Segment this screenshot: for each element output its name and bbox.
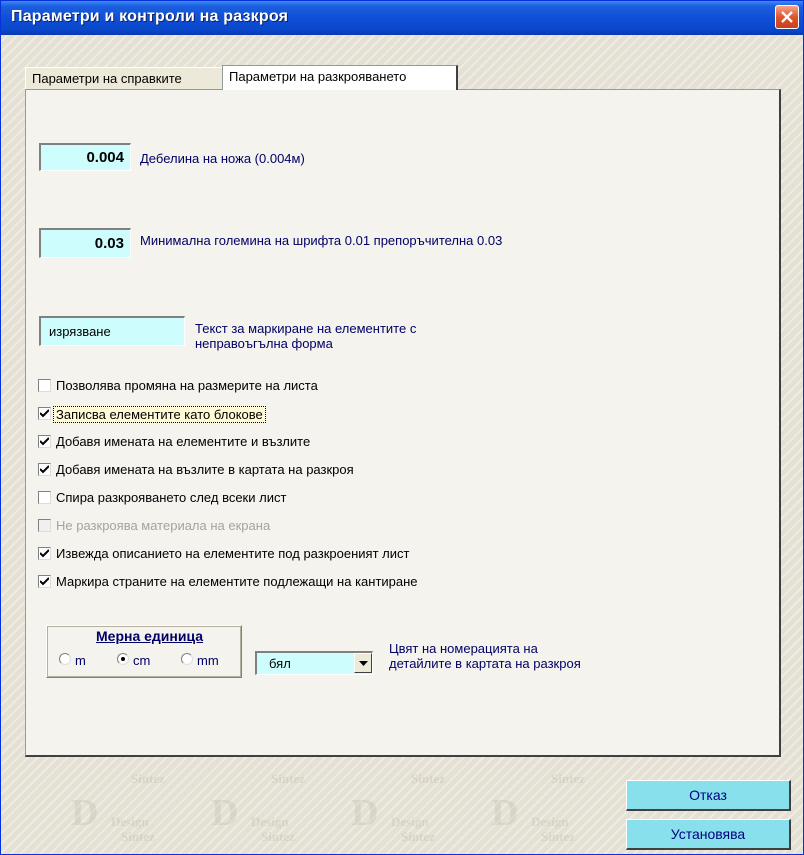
radio-button[interactable] [59,653,71,665]
watermark-word: Sintez [121,829,155,844]
marking-text-input[interactable]: изрязване [39,316,185,346]
checkbox-label: Маркира страните на елементите подлежащи… [56,574,418,589]
checkbox-label: Записва елементите като блокове [53,406,266,423]
tab-label: Параметри на справките [32,71,182,86]
close-button[interactable] [775,5,799,29]
watermark-letter: D [211,792,239,834]
watermark-word: Sintez [411,771,445,786]
checkbox-label: Добавя имената на възлите в картата на р… [56,462,354,477]
watermark-word: Sintez [401,829,435,844]
watermark-word: Design [531,814,569,829]
watermark-letter: D [491,792,519,834]
dropdown-button[interactable] [354,653,372,673]
radio-button[interactable] [117,653,129,665]
check-icon [40,465,49,474]
min-font-size-label: Минимална големина на шрифта 0.01 препор… [140,233,503,248]
watermark-word: Sintez [271,771,305,786]
radio-label: cm [133,653,151,668]
checkbox[interactable] [38,575,51,588]
radio-label: mm [197,653,219,668]
checkbox[interactable] [38,379,51,392]
checkbox[interactable] [38,491,51,504]
min-font-size-input[interactable]: 0.03 [39,228,131,258]
watermark-word: Design [111,814,149,829]
checkbox [38,519,51,532]
checkbox[interactable] [38,463,51,476]
tab-strip: Параметри на справките Параметри на разк… [25,65,781,90]
cancel-button[interactable]: Отказ [626,780,791,811]
color-select[interactable]: бял [255,651,373,675]
window-title: Параметри и контроли на разкроя [11,8,289,25]
check-icon [40,409,49,418]
marking-text-label: Текст за маркиране на елементите с непра… [195,321,417,351]
check-icon [40,549,49,558]
check-icon [40,437,49,446]
checkbox-label: Не разкроява материала на екрана [56,518,271,533]
watermark-word: Sintez [541,829,575,844]
knife-thickness-input[interactable]: 0.004 [39,143,131,171]
checkbox[interactable] [38,407,51,420]
units-group-title: Мерна единица [96,628,204,644]
chevron-down-icon [359,661,368,666]
watermark-word: Design [391,814,429,829]
checkbox-label: Добавя имената на елементите и възлите [56,434,311,449]
radio-label: m [75,653,86,668]
dialog-window: Параметри и контроли на разкроя D Design… [0,0,804,855]
checkbox-label: Позволява промяна на размерите на листа [56,378,318,393]
watermark-word: Sintez [261,829,295,844]
checkbox-label: Извежда описанието на елементите под раз… [56,546,410,561]
units-group: Мерна единица m cm mm [46,625,242,678]
checkbox-label: Спира разкрояването след всеки лист [56,490,287,505]
checkbox[interactable] [38,435,51,448]
watermark-word: Design [251,814,289,829]
check-icon [40,577,49,586]
close-icon [781,11,793,23]
color-label: Цвят на номерацията на детайлите в карта… [389,641,581,671]
radio-button[interactable] [181,653,193,665]
checkbox[interactable] [38,547,51,560]
watermark-letter: D [351,792,379,834]
tab-label: Параметри на разкрояването [229,69,407,84]
tab-report-params[interactable]: Параметри на справките [25,67,223,89]
tab-cutting-params[interactable]: Параметри на разкрояването [222,65,458,90]
color-select-value: бял [269,656,291,671]
title-bar[interactable]: Параметри и контроли на разкроя [1,1,803,35]
watermark-word: Sintez [551,771,585,786]
apply-button[interactable]: Установява [626,819,791,850]
watermark-word: Sintez [131,771,165,786]
watermark-letter: D [71,792,99,834]
knife-thickness-label: Дебелина на ножа (0.004м) [140,151,305,166]
